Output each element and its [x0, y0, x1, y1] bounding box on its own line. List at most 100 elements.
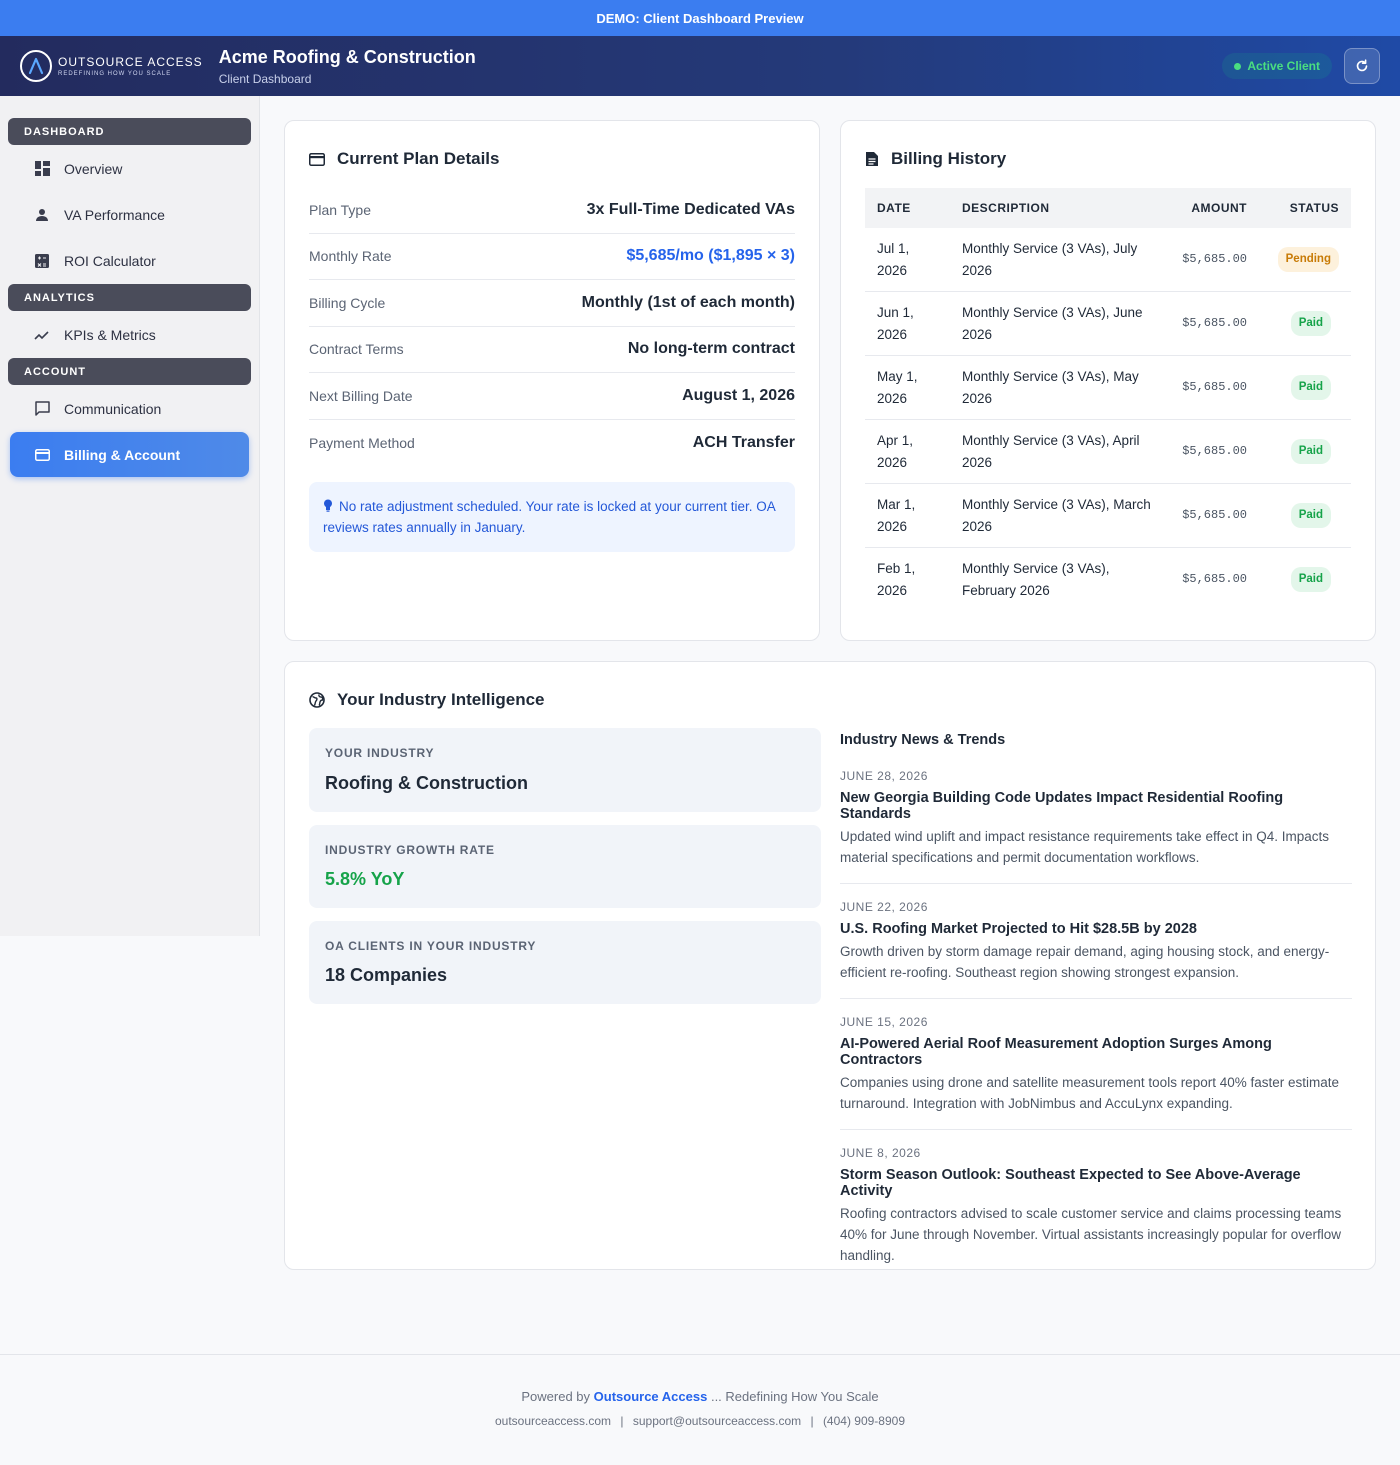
table-row: Jul 1, 2026 Monthly Service (3 VAs), Jul…: [865, 228, 1351, 292]
trend-icon: [34, 327, 50, 343]
news-title[interactable]: New Georgia Building Code Updates Impact…: [840, 790, 1352, 822]
sidebar-item-label: Overview: [64, 160, 123, 177]
footer-email-link[interactable]: support@outsourceaccess.com: [633, 1414, 801, 1428]
billing-date: Apr 1, 2026: [865, 419, 950, 484]
news-date: JUNE 22, 2026: [840, 900, 928, 914]
company-logo[interactable]: OUTSOURCE ACCESS REDEFINING HOW YOU SCAL…: [20, 50, 203, 82]
sidebar-item-label: ROI Calculator: [64, 252, 156, 269]
sidebar-section-account: ACCOUNT: [8, 358, 251, 385]
plan-row-label: Next Billing Date: [309, 387, 413, 404]
column-header-status[interactable]: STATUS: [1259, 188, 1351, 228]
billing-amount: $5,685.00: [1169, 419, 1259, 484]
refresh-icon: [1356, 59, 1368, 72]
plan-row-payment: Payment Method ACH Transfer: [309, 420, 795, 467]
news-item[interactable]: JUNE 22, 2026 U.S. Roofing Market Projec…: [840, 884, 1352, 999]
footer-website-link[interactable]: outsourceaccess.com: [495, 1414, 611, 1428]
footer-divider: |: [620, 1414, 624, 1428]
table-row: Apr 1, 2026 Monthly Service (3 VAs), Apr…: [865, 419, 1351, 484]
footer-brand-link[interactable]: Outsource Access: [594, 1389, 708, 1404]
news-title[interactable]: U.S. Roofing Market Projected to Hit $28…: [840, 921, 1352, 937]
plan-row-next-billing: Next Billing Date August 1, 2026: [309, 373, 795, 420]
lightbulb-icon: [324, 499, 332, 512]
status-badge: Paid: [1290, 566, 1331, 593]
industry-box-label: YOUR INDUSTRY: [325, 746, 435, 760]
billing-description: Monthly Service (3 VAs), July 2026: [950, 228, 1169, 292]
sidebar-item-va-performance[interactable]: VA Performance: [10, 192, 249, 237]
billing-date: Feb 1, 2026: [877, 561, 916, 598]
oa-clients-box: OA CLIENTS IN YOUR INDUSTRY 18 Companies: [309, 921, 821, 1004]
footer-powered-by: Powered by Outsource Access ... Redefini…: [0, 1389, 1400, 1404]
table-row: Mar 1, 2026 Monthly Service (3 VAs), Mar…: [865, 483, 1351, 548]
footer-powered-suffix: ... Redefining How You Scale: [710, 1389, 879, 1404]
news-date: JUNE 8, 2026: [840, 1146, 921, 1160]
industry-box: YOUR INDUSTRY Roofing & Construction: [309, 728, 821, 812]
sidebar-item-overview[interactable]: Overview: [10, 146, 249, 191]
news-description: Roofing contractors advised to scale cus…: [840, 1206, 1342, 1263]
news-description: Updated wind uplift and impact resistanc…: [840, 829, 1329, 865]
industry-box-value: Roofing & Construction: [325, 773, 528, 793]
status-badge: Paid: [1290, 502, 1331, 529]
billing-amount: $5,685.00: [1182, 571, 1247, 586]
calculator-icon: [34, 253, 50, 269]
plan-rows: Plan Type 3x Full-Time Dedicated VAs Mont…: [309, 187, 795, 466]
footer: Powered by Outsource Access ... Redefini…: [0, 1354, 1400, 1465]
footer-phone: (404) 909-8909: [822, 1414, 905, 1428]
news-title[interactable]: AI-Powered Aerial Roof Measurement Adopt…: [840, 1036, 1352, 1068]
sidebar-item-communication[interactable]: Communication: [10, 386, 249, 431]
page-subtitle: Client Dashboard: [218, 71, 312, 86]
sidebar-section-analytics: ANALYTICS: [8, 284, 251, 311]
billing-description: Monthly Service (3 VAs), February 2026: [962, 561, 1110, 598]
billing-history-title: Billing History: [865, 149, 1351, 169]
billing-date: Mar 1, 2026: [865, 483, 950, 548]
logo-tagline: REDEFINING HOW YOU SCALE: [58, 70, 172, 77]
billing-date: May 1, 2026: [865, 355, 950, 420]
sidebar-item-roi-calculator[interactable]: ROI Calculator: [10, 238, 249, 283]
sidebar-item-label: Communication: [64, 400, 162, 417]
sidebar-item-label: Billing & Account: [64, 446, 181, 463]
billing-description: Monthly Service (3 VAs), April 2026: [950, 419, 1169, 484]
refresh-button[interactable]: [1344, 48, 1380, 84]
billing-history-heading: Billing History: [891, 149, 1007, 168]
billing-amount: $5,685.00: [1169, 355, 1259, 420]
column-header-amount[interactable]: AMOUNT: [1169, 188, 1259, 228]
growth-rate-value: 5.8% YoY: [325, 869, 405, 889]
status-badge: Paid: [1290, 310, 1331, 337]
plan-row-label: Payment Method: [309, 434, 415, 451]
news-title[interactable]: Storm Season Outlook: Southeast Expected…: [840, 1167, 1352, 1199]
column-header-date[interactable]: DATE: [865, 188, 950, 228]
plan-details-card: Current Plan Details Plan Type 3x Full-Ti…: [284, 120, 820, 641]
status-badge: Active Client: [1222, 53, 1332, 79]
column-header-description[interactable]: DESCRIPTION: [950, 188, 1169, 228]
sidebar-section-dashboard: DASHBOARD: [8, 118, 251, 145]
plan-details-heading: Current Plan Details: [337, 149, 500, 168]
industry-card: Your Industry Intelligence YOUR INDUSTRY…: [284, 661, 1376, 1270]
billing-description: Monthly Service (3 VAs), March 2026: [950, 483, 1169, 548]
plan-details-title: Current Plan Details: [309, 149, 795, 169]
billing-date: Jun 1, 2026: [865, 291, 950, 356]
sidebar-item-billing[interactable]: Billing & Account: [10, 432, 249, 477]
news-item[interactable]: JUNE 8, 2026 Storm Season Outlook: South…: [840, 1130, 1352, 1281]
billing-date: Jul 1, 2026: [865, 228, 950, 292]
plan-row-label: Plan Type: [309, 201, 372, 218]
growth-rate-box: INDUSTRY GROWTH RATE 5.8% YoY: [309, 825, 821, 908]
footer-divider: |: [810, 1414, 814, 1428]
plan-row-rate: Monthly Rate $5,685/mo ($1,895 × 3): [309, 234, 795, 280]
news-item[interactable]: JUNE 15, 2026 AI-Powered Aerial Roof Mea…: [840, 999, 1352, 1130]
rate-note: No rate adjustment scheduled. Your rate …: [309, 482, 795, 552]
plan-row-contract: Contract Terms No long-term contract: [309, 327, 795, 373]
billing-table: DATE DESCRIPTION AMOUNT STATUS Jul 1, 20…: [865, 188, 1351, 611]
oa-clients-label: OA CLIENTS IN YOUR INDUSTRY: [325, 939, 537, 953]
sidebar-item-kpis[interactable]: KPIs & Metrics: [10, 312, 249, 357]
billing-amount: $5,685.00: [1169, 291, 1259, 356]
sidebar-item-label: VA Performance: [64, 206, 165, 223]
logo-wordmark: OUTSOURCE ACCESS: [58, 54, 203, 69]
plan-row-value: ACH Transfer: [692, 433, 795, 451]
billing-amount: $5,685.00: [1169, 228, 1259, 292]
news-date: JUNE 15, 2026: [840, 1015, 928, 1029]
news-item[interactable]: JUNE 28, 2026 New Georgia Building Code …: [840, 748, 1352, 884]
table-row: May 1, 2026 Monthly Service (3 VAs), May…: [865, 355, 1351, 420]
status-badge-label: Active Client: [1247, 59, 1320, 73]
footer-powered-prefix: Powered by: [521, 1389, 591, 1404]
demo-banner: DEMO: Client Dashboard Preview: [0, 0, 1400, 36]
plan-row-label: Contract Terms: [309, 341, 404, 358]
